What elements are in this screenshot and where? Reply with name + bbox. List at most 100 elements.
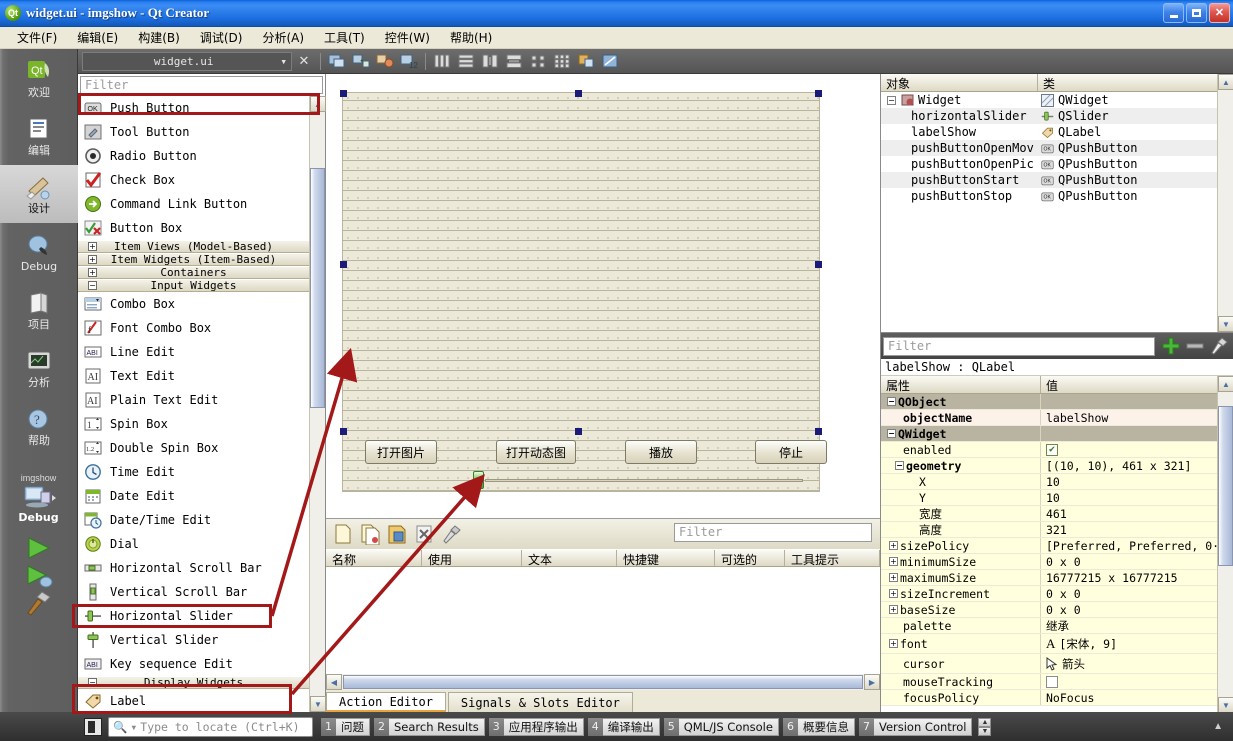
spin-up-icon[interactable]: ▲: [978, 717, 992, 727]
property-row-palette[interactable]: palette 继承: [881, 618, 1233, 634]
output-pane-compile-output[interactable]: 4 编译输出: [587, 717, 660, 736]
sidebar-item-help[interactable]: ? 帮助: [0, 397, 78, 455]
run-button[interactable]: [0, 534, 77, 562]
open-movie-button[interactable]: 打开动态图: [496, 440, 576, 464]
property-value[interactable]: 0 x 0: [1046, 603, 1081, 617]
widget-item-label[interactable]: Label: [78, 689, 310, 712]
property-value[interactable]: 箭头: [1062, 656, 1085, 672]
property-row-x[interactable]: X 10: [881, 474, 1233, 490]
table-row[interactable]: labelShow QLabel: [881, 124, 1233, 140]
column-class[interactable]: 类: [1038, 74, 1233, 91]
column-shortcut[interactable]: 快捷键: [617, 550, 715, 567]
menu-widgets[interactable]: 控件(W): [376, 26, 439, 49]
property-group-qobject[interactable]: − QObject: [881, 394, 1233, 410]
new-action-icon[interactable]: [332, 523, 354, 545]
close-icon[interactable]: ✕: [1209, 3, 1230, 23]
scroll-down-icon[interactable]: ▼: [310, 696, 326, 712]
output-pane-summary[interactable]: 6 概要信息: [782, 717, 855, 736]
horizontal-slider[interactable]: [473, 470, 803, 490]
table-row[interactable]: − Widget QWidget: [881, 92, 1233, 108]
scroll-right-icon[interactable]: ▶: [864, 674, 880, 690]
scroll-up-icon[interactable]: ▲: [1218, 74, 1233, 90]
action-editor-filter-input[interactable]: Filter: [674, 523, 872, 542]
menu-tools[interactable]: 工具(T): [315, 26, 374, 49]
table-row[interactable]: pushButtonOpenMov OK QPushButton: [881, 140, 1233, 156]
property-filter-input[interactable]: Filter: [883, 336, 1155, 356]
menu-build[interactable]: 构建(B): [129, 26, 189, 49]
menu-debug[interactable]: 调试(D): [191, 26, 252, 49]
widget-item-vertical-scroll-bar[interactable]: Vertical Scroll Bar: [78, 580, 310, 604]
table-row[interactable]: pushButtonStart OK QPushButton: [881, 172, 1233, 188]
sidebar-item-projects[interactable]: 项目: [0, 281, 78, 339]
widget-item-combo-box[interactable]: Combo Box: [78, 292, 310, 316]
collapse-icon[interactable]: −: [895, 461, 904, 470]
layout-grid-icon[interactable]: [551, 51, 573, 71]
scroll-up-icon[interactable]: ▲: [310, 96, 326, 112]
locator-input[interactable]: 🔍 ▾ Type to locate (Ctrl+K): [108, 716, 313, 737]
menu-edit[interactable]: 编辑(E): [68, 26, 127, 49]
add-property-icon[interactable]: [1161, 336, 1181, 356]
property-value[interactable]: 10: [1046, 475, 1060, 489]
sidebar-item-edit[interactable]: 编辑: [0, 107, 78, 165]
expand-icon[interactable]: +: [889, 541, 898, 550]
output-pane-search-results[interactable]: 2 Search Results: [374, 717, 485, 736]
kit-selector[interactable]: imgshow Debug: [0, 455, 77, 524]
column-property[interactable]: 属性: [881, 376, 1041, 393]
action-editor-body[interactable]: [326, 567, 880, 679]
menu-analyze[interactable]: 分析(A): [253, 26, 313, 49]
hscrollbar-thumb[interactable]: [343, 675, 863, 689]
break-layout-icon[interactable]: [575, 51, 597, 71]
tab-signals-slots-editor[interactable]: Signals & Slots Editor: [447, 692, 633, 712]
slider-handle[interactable]: [473, 471, 484, 489]
property-value[interactable]: 461: [1046, 507, 1067, 521]
property-value[interactable]: labelShow: [1046, 411, 1108, 425]
widget-item-font-combo-box[interactable]: f Font Combo Box: [78, 316, 310, 340]
column-text[interactable]: 文本: [522, 550, 617, 567]
column-used[interactable]: 使用: [422, 550, 522, 567]
open-file-combo[interactable]: widget.ui ▾: [82, 51, 292, 71]
stop-button[interactable]: 停止: [755, 440, 827, 464]
form-design-canvas[interactable]: 打开图片 打开动态图 播放 停止: [326, 74, 880, 518]
build-button[interactable]: [0, 590, 77, 618]
menu-help[interactable]: 帮助(H): [441, 26, 501, 49]
property-row-font[interactable]: + font A [宋体, 9]: [881, 634, 1233, 654]
property-value[interactable]: [宋体, 9]: [1059, 636, 1117, 652]
widget-item-vertical-slider[interactable]: Vertical Slider: [78, 628, 310, 652]
action-editor-hscrollbar[interactable]: ◀ ▶: [326, 674, 880, 690]
play-button[interactable]: 播放: [625, 440, 697, 464]
widget-item-text-edit[interactable]: AI Text Edit: [78, 364, 310, 388]
close-document-button[interactable]: ✕: [293, 51, 315, 71]
property-row-mousetracking[interactable]: mouseTracking ✔: [881, 674, 1233, 690]
configure-icon[interactable]: [1209, 336, 1229, 356]
widget-item-dial[interactable]: Dial: [78, 532, 310, 556]
property-row-sizeincrement[interactable]: + sizeIncrement 0 x 0: [881, 586, 1233, 602]
widget-box-filter-input[interactable]: Filter: [80, 76, 323, 94]
property-group-qwidget[interactable]: − QWidget: [881, 426, 1233, 442]
output-pane-version-control[interactable]: 7 Version Control: [858, 717, 973, 736]
scroll-down-icon[interactable]: ▼: [1218, 316, 1233, 332]
form-widget[interactable]: 打开图片 打开动态图 播放 停止: [340, 90, 827, 492]
property-row-enabled[interactable]: enabled ✔: [881, 442, 1233, 458]
collapse-icon[interactable]: −: [887, 429, 896, 438]
widget-category-display-widgets[interactable]: − Display Widgets: [78, 676, 310, 689]
widget-category-item-views[interactable]: + Item Views (Model-Based): [78, 240, 310, 253]
sidebar-item-debug[interactable]: Debug: [0, 223, 78, 281]
expand-icon[interactable]: +: [889, 557, 898, 566]
open-picture-button[interactable]: 打开图片: [365, 440, 437, 464]
column-object[interactable]: 对象: [881, 74, 1038, 91]
widget-item-key-sequence-edit[interactable]: ABI Key sequence Edit: [78, 652, 310, 676]
layout-splitter-v-icon[interactable]: [503, 51, 525, 71]
layout-horizontal-icon[interactable]: [431, 51, 453, 71]
edit-widgets-icon[interactable]: [326, 51, 348, 71]
collapse-icon[interactable]: −: [887, 95, 896, 105]
property-value[interactable]: 继承: [1046, 618, 1069, 634]
table-row[interactable]: pushButtonOpenPic OK QPushButton: [881, 156, 1233, 172]
toggle-sidebar-button[interactable]: [84, 717, 102, 736]
resize-handle-tl[interactable]: [340, 90, 347, 97]
resize-handle-ml[interactable]: [340, 261, 347, 268]
layout-splitter-h-icon[interactable]: [479, 51, 501, 71]
output-pane-app-output[interactable]: 3 应用程序输出: [488, 717, 584, 736]
scrollbar-thumb[interactable]: [310, 168, 325, 408]
property-row-width[interactable]: 宽度 461: [881, 506, 1233, 522]
widget-item-datetime-edit[interactable]: Date/Time Edit: [78, 508, 310, 532]
